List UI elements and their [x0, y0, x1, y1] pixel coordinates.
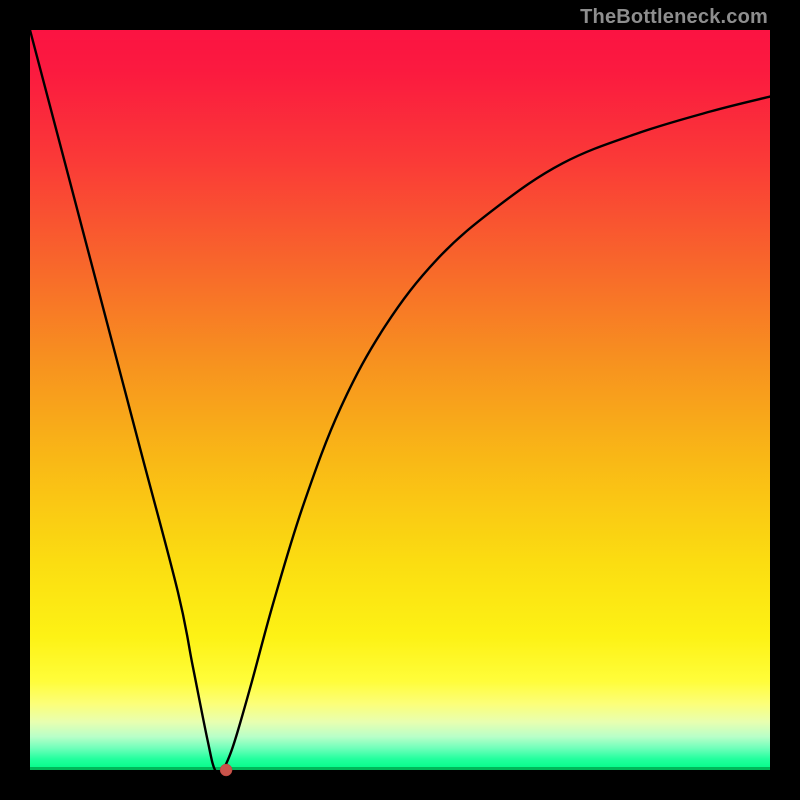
- chart-frame: TheBottleneck.com: [0, 0, 800, 800]
- optimal-point-marker: [220, 764, 232, 776]
- curve-layer: [30, 30, 770, 770]
- watermark-text: TheBottleneck.com: [580, 6, 768, 29]
- bottleneck-curve: [30, 30, 770, 773]
